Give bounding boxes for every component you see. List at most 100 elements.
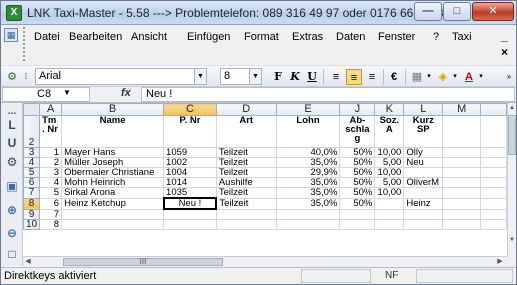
cell-a[interactable]: 3 [39, 167, 63, 178]
cell-c[interactable] [163, 218, 217, 230]
italic-button[interactable]: K [288, 69, 302, 85]
cell-m[interactable] [442, 167, 482, 178]
cell-d[interactable] [215, 218, 277, 230]
header-cell-extra[interactable] [480, 115, 507, 148]
cell-extra[interactable] [480, 197, 507, 210]
cell-a[interactable]: 4 [39, 177, 63, 188]
cell-a[interactable]: 6 [39, 197, 63, 210]
cell-l[interactable]: Heinz [403, 197, 444, 210]
menu-help[interactable]: ? [433, 31, 439, 43]
cell-m[interactable] [442, 197, 482, 210]
cell-e[interactable]: 35,0% [275, 187, 341, 199]
excel-app-icon[interactable]: X [6, 5, 22, 21]
cell-j[interactable]: 50% [339, 157, 376, 168]
name-box-dropdown-icon[interactable]: ▼ [63, 88, 71, 97]
font-color-icon[interactable]: A [461, 69, 477, 85]
cell-d[interactable]: Teilzeit [215, 197, 277, 210]
cell-extra[interactable] [480, 218, 507, 230]
maximize-button[interactable]: □ [443, 2, 471, 21]
zoom-out-icon[interactable]: ⊖ [4, 225, 20, 241]
vertical-scroll-thumb[interactable] [508, 115, 516, 155]
cell-b[interactable]: Müller Joseph [61, 157, 165, 168]
cell-e[interactable]: 29,9% [275, 167, 341, 178]
cell-b[interactable] [61, 218, 165, 230]
align-center-icon[interactable]: ≡ [346, 69, 362, 85]
cell-e[interactable]: 35,0% [275, 177, 341, 188]
cell-extra[interactable] [480, 187, 507, 199]
cell-m[interactable] [442, 157, 482, 168]
cell-j[interactable]: 50% [339, 177, 376, 188]
column-header-extra[interactable] [480, 103, 507, 116]
title-bar[interactable]: X LNK Taxi-Master - 5.58 ---> Problemtel… [1, 1, 516, 25]
l-tool-icon[interactable]: L [4, 117, 20, 133]
cell-k[interactable]: 10,00 [374, 187, 405, 199]
menu-extras[interactable]: Extras [292, 31, 323, 43]
column-header-c[interactable]: C [163, 103, 217, 116]
header-cell-art[interactable]: Art [215, 115, 277, 148]
cell-a[interactable]: 1 [39, 147, 63, 158]
column-header-a[interactable]: A [39, 103, 63, 116]
cell-b[interactable] [61, 208, 165, 220]
cell-b[interactable]: Mayer Hans [61, 147, 165, 158]
menu-datei[interactable]: Datei [34, 31, 60, 43]
cell-d[interactable]: Teilzeit [215, 167, 277, 178]
cell-k[interactable]: 5,00 [374, 157, 405, 168]
cell-l[interactable]: Neu [403, 157, 444, 168]
cell-c[interactable]: 1035 [163, 187, 217, 199]
currency-button[interactable]: € [387, 69, 401, 85]
cell-j[interactable] [339, 218, 376, 230]
cell-l[interactable] [403, 187, 444, 199]
settings-tool-icon[interactable]: ⚙ [4, 154, 20, 170]
cell-k[interactable]: 10,00 [374, 147, 405, 158]
function-icon[interactable]: fx [121, 87, 131, 99]
fill-color-icon[interactable]: ◈ [435, 69, 451, 85]
row-header[interactable]: 9 [23, 208, 41, 220]
cell-extra[interactable] [480, 167, 507, 178]
cell-e[interactable]: 35,0% [275, 197, 341, 210]
cell-m[interactable] [442, 218, 482, 230]
cell-m[interactable] [442, 177, 482, 188]
font-name-field[interactable]: Arial [35, 68, 195, 85]
vertical-scrollbar[interactable]: ▲ ▼ [507, 103, 516, 256]
cell-k[interactable] [374, 208, 405, 220]
cell-l[interactable] [403, 218, 444, 230]
cell-l[interactable]: OliverM [403, 177, 444, 188]
cell-d[interactable]: Teilzeit [215, 147, 277, 158]
cell-c[interactable]: 1014 [163, 177, 217, 188]
column-header-d[interactable]: D [215, 103, 277, 116]
cell-k[interactable] [374, 197, 405, 210]
underline-button[interactable]: U [305, 69, 319, 85]
row-header[interactable]: 4 [23, 157, 41, 168]
fill-color-dropdown-icon[interactable]: ▾ [451, 69, 459, 85]
cell-c[interactable]: 1059 [163, 147, 217, 158]
cell-d[interactable]: Teilzeit [215, 187, 277, 199]
column-header-e[interactable]: E [275, 103, 341, 116]
cell-m[interactable] [442, 208, 482, 220]
cell-c[interactable]: Neu ! [162, 197, 218, 210]
workbook-icon[interactable]: ▦ [4, 28, 18, 42]
cell-b[interactable]: Mohn Heinrich [61, 177, 165, 188]
header-cell-m[interactable] [442, 115, 482, 148]
font-name-dropdown-icon[interactable]: ▼ [195, 68, 207, 85]
cell-c[interactable]: 1002 [163, 157, 217, 168]
cell-a[interactable]: 7 [39, 208, 63, 220]
cell-b[interactable]: Obermaier Christiane [61, 167, 165, 178]
cell-l[interactable] [403, 167, 444, 178]
cell-extra[interactable] [480, 147, 507, 158]
font-color-dropdown-icon[interactable]: ▾ [477, 69, 485, 85]
header-cell-name[interactable]: Name [61, 115, 165, 148]
column-header-k[interactable]: K [374, 103, 405, 116]
spreadsheet-grid[interactable]: A B C D E J K L M 2 Tm . Nr Name P. Nr A… [23, 103, 507, 256]
borders-dropdown-icon[interactable]: ▾ [425, 69, 433, 85]
cell-k[interactable] [374, 218, 405, 230]
cell-e[interactable]: 40,0% [275, 147, 341, 158]
toolbar-overflow-icon[interactable]: » [504, 69, 514, 85]
cell-c[interactable]: 1004 [163, 167, 217, 178]
menu-taxi[interactable]: Taxi [452, 31, 472, 43]
font-size-field[interactable]: 8 [220, 68, 250, 85]
row-header[interactable]: 10 [23, 218, 41, 230]
name-box[interactable]: C8 [2, 87, 90, 102]
row-header[interactable]: 8 [23, 197, 41, 210]
scroll-left-icon[interactable]: ◀ [23, 257, 33, 266]
cell-m[interactable] [442, 187, 482, 199]
